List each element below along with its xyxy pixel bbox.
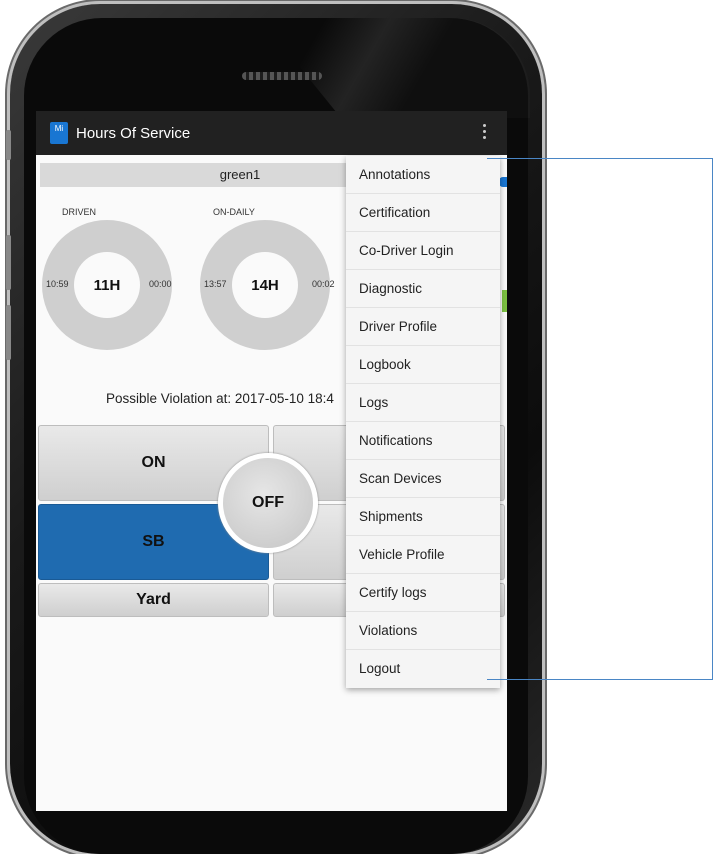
menu-item-annotations[interactable]: Annotations bbox=[346, 156, 500, 194]
gauge-ondaily-right-time: 00:02 bbox=[312, 279, 335, 289]
gauge-ondaily-left-time: 13:57 bbox=[204, 279, 227, 289]
speaker-grille bbox=[242, 72, 322, 80]
overflow-menu-icon[interactable] bbox=[483, 124, 487, 142]
gauge-driven-value: 11H bbox=[74, 252, 140, 318]
gauge-ondaily-label: ON-DAILY bbox=[213, 207, 255, 217]
menu-item-scan-devices[interactable]: Scan Devices bbox=[346, 460, 500, 498]
gauge-driven-left-time: 10:59 bbox=[46, 279, 69, 289]
menu-item-driver-profile[interactable]: Driver Profile bbox=[346, 308, 500, 346]
menu-item-logs[interactable]: Logs bbox=[346, 384, 500, 422]
menu-item-logbook[interactable]: Logbook bbox=[346, 346, 500, 384]
overflow-dropdown-menu: Annotations Certification Co-Driver Login D… bbox=[346, 156, 500, 688]
menu-item-vehicle-profile[interactable]: Vehicle Profile bbox=[346, 536, 500, 574]
app-bar: Mi Hours Of Service bbox=[36, 111, 507, 155]
menu-item-certification[interactable]: Certification bbox=[346, 194, 500, 232]
status-off-button[interactable]: OFF bbox=[218, 453, 318, 553]
app-logo-icon: Mi bbox=[50, 122, 68, 144]
phone-side-button bbox=[6, 130, 11, 160]
app-title: Hours Of Service bbox=[76, 124, 191, 142]
phone-volume-down bbox=[6, 305, 11, 360]
gauge-driven-label: DRIVEN bbox=[62, 207, 97, 217]
menu-item-violations[interactable]: Violations bbox=[346, 612, 500, 650]
menu-item-co-driver-login[interactable]: Co-Driver Login bbox=[346, 232, 500, 270]
menu-item-diagnostic[interactable]: Diagnostic bbox=[346, 270, 500, 308]
gauge-ondaily-value: 14H bbox=[232, 252, 298, 318]
violation-text: Possible Violation at: 2017-05-10 18:4 bbox=[106, 391, 334, 406]
status-yard-button[interactable]: Yard bbox=[38, 583, 269, 617]
menu-item-certify-logs[interactable]: Certify logs bbox=[346, 574, 500, 612]
phone-volume-up bbox=[6, 235, 11, 290]
callout-bracket bbox=[487, 158, 713, 680]
menu-item-logout[interactable]: Logout bbox=[346, 650, 500, 688]
gauge-driven-right-time: 00:00 bbox=[149, 279, 172, 289]
menu-item-notifications[interactable]: Notifications bbox=[346, 422, 500, 460]
menu-item-shipments[interactable]: Shipments bbox=[346, 498, 500, 536]
